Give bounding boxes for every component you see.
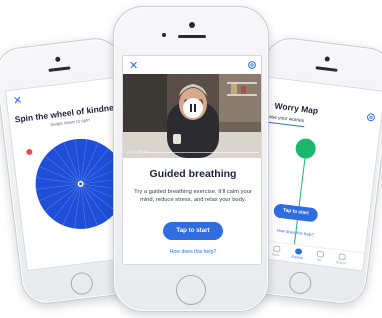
proximity-sensor [162,33,166,37]
start-button[interactable]: Tap to start [163,222,223,240]
breathing-description: Try a guided breathing exercise. It'll c… [134,189,252,203]
video-progress-bar[interactable] [145,152,259,153]
pause-bar-right [194,104,196,112]
tools-icon [272,245,281,253]
worry-map-title: Worry Map [274,100,319,116]
home-button[interactable] [176,275,206,305]
tab-label: Tools [271,252,280,258]
front-camera [324,56,331,62]
search-icon [337,253,346,261]
tab-search[interactable]: Search [330,252,353,266]
tab-me[interactable]: Me [308,250,331,264]
pause-button[interactable] [183,98,203,118]
start-button[interactable]: Tap to start [273,203,319,223]
close-icon[interactable]: ✕ [129,61,138,72]
help-link[interactable]: How does this help? [143,249,243,255]
home-button[interactable] [69,271,95,296]
gear-icon[interactable] [365,112,376,123]
breathing-screen: ✕ 0:00 / 06:40 Guided breathing Try a gu… [122,55,262,265]
close-icon[interactable]: ✕ [12,94,23,107]
video-player[interactable]: 0:00 / 06:40 [123,74,261,158]
pause-bar-left [190,104,192,112]
front-camera [54,56,61,63]
profile-icon [316,250,324,258]
gear-icon[interactable] [247,60,257,70]
earpiece-speaker [48,66,71,72]
explore-icon [294,248,302,255]
earpiece-speaker [178,35,206,38]
tab-explore[interactable]: Explore [286,247,309,261]
tab-label: Search [335,260,347,266]
front-camera [189,22,195,28]
worry-node[interactable] [294,137,317,160]
tab-label: Me [316,257,322,263]
phone-center: ✕ 0:00 / 06:40 Guided breathing Try a gu… [113,6,269,312]
tab-label: Explore [291,254,304,261]
earpiece-speaker [315,66,338,72]
breathing-title: Guided breathing [149,168,237,180]
home-button[interactable] [287,270,313,296]
